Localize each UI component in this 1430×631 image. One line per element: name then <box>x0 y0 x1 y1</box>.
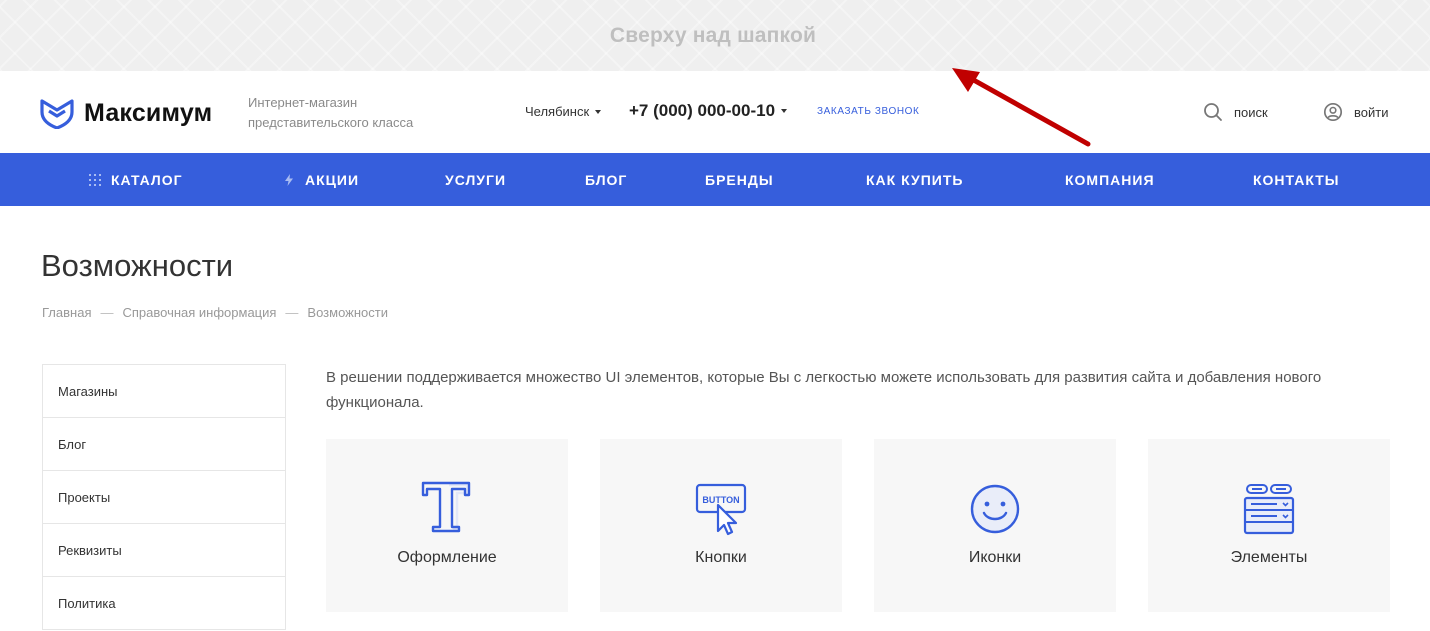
nav-item-services[interactable]: УСЛУГИ <box>445 153 506 206</box>
page-title: Возможности <box>41 248 234 283</box>
phone-number: +7 (000) 000-00-10 <box>629 101 776 120</box>
top-banner-text: Сверху над шапкой <box>609 23 817 47</box>
nav-item-company[interactable]: КОМПАНИЯ <box>1065 153 1155 206</box>
callback-link[interactable]: ЗАКАЗАТЬ ЗВОНОК <box>817 106 919 117</box>
sidebar-item-blog[interactable]: Блог <box>43 418 285 471</box>
breadcrumb: Главная — Справочная информация — Возмож… <box>42 305 388 320</box>
sidebar-item-stores[interactable]: Магазины <box>43 365 285 418</box>
city-selector[interactable]: Челябинск <box>525 104 602 119</box>
nav-item-blog[interactable]: БЛОГ <box>585 153 627 206</box>
phone-selector[interactable]: +7 (000) 000-00-10 <box>629 101 788 121</box>
nav-item-label: КОМПАНИЯ <box>1065 171 1155 188</box>
nav-item-label: БРЕНДЫ <box>705 171 774 188</box>
breadcrumb-item-home[interactable]: Главная <box>42 305 91 320</box>
grid-icon <box>89 173 101 186</box>
nav-item-label: УСЛУГИ <box>445 171 507 188</box>
nav-item-label: БЛОГ <box>585 171 628 188</box>
nav-item-brands[interactable]: БРЕНДЫ <box>705 153 774 206</box>
nav-item-label: АКЦИИ <box>305 171 360 188</box>
feature-card-label: Оформление <box>397 549 497 566</box>
feature-card-elements[interactable]: Элементы <box>1148 439 1390 612</box>
button-cursor-icon: BUTTON <box>695 483 747 536</box>
site-header: Максимум Интернет-магазин представительс… <box>0 71 1430 153</box>
smiley-icon <box>970 484 1020 534</box>
chevron-down-icon <box>595 109 602 114</box>
logo[interactable]: Максимум <box>40 97 212 129</box>
intro-text: В решении поддерживается множество UI эл… <box>326 369 1322 411</box>
feature-card-label: Иконки <box>968 549 1022 566</box>
nav-item-contacts[interactable]: КОНТАКТЫ <box>1253 153 1339 206</box>
lightning-icon <box>285 173 293 186</box>
sidebar-item-projects[interactable]: Проекты <box>43 471 285 524</box>
breadcrumb-separator: — <box>100 305 114 320</box>
nav-item-promotions[interactable]: АКЦИИ <box>283 153 359 206</box>
feature-card-label: Кнопки <box>695 549 747 566</box>
sidebar-item-policy[interactable]: Политика <box>43 577 285 630</box>
chevron-down-icon <box>781 109 788 113</box>
breadcrumb-item-reference[interactable]: Справочная информация <box>122 305 276 320</box>
user-icon <box>1323 102 1343 122</box>
search-label: поиск <box>1234 104 1268 120</box>
feature-card-icons[interactable]: Иконки <box>874 439 1116 612</box>
breadcrumb-item-current: Возможности <box>307 305 388 320</box>
feature-card-buttons[interactable]: BUTTON Кнопки <box>600 439 842 612</box>
logo-icon <box>40 99 74 129</box>
main-nav: КАТАЛОГ АКЦИИ УСЛУГИ БЛОГ БРЕНДЫ КАК КУП… <box>0 153 1430 206</box>
sidebar-item-requisites[interactable]: Реквизиты <box>43 524 285 577</box>
nav-item-label: КОНТАКТЫ <box>1253 171 1340 188</box>
nav-item-label: КАТАЛОГ <box>111 171 183 188</box>
logo-text: Максимум <box>84 98 213 127</box>
form-elements-icon <box>1243 484 1295 535</box>
search-button[interactable]: поиск <box>1203 102 1268 122</box>
button-icon-text: BUTTON <box>702 495 739 505</box>
nav-item-how-to-buy[interactable]: КАК КУПИТЬ <box>866 153 963 206</box>
login-button[interactable]: войти <box>1323 102 1388 122</box>
typography-icon <box>421 481 471 533</box>
feature-card-label: Элементы <box>1230 549 1308 566</box>
feature-card-typography[interactable]: Оформление <box>326 439 568 612</box>
search-icon <box>1204 103 1222 121</box>
top-banner: Сверху над шапкой <box>0 0 1430 71</box>
nav-item-catalog[interactable]: КАТАЛОГ <box>89 153 183 206</box>
city-label: Челябинск <box>525 104 590 119</box>
nav-item-label: КАК КУПИТЬ <box>866 171 964 188</box>
tagline: Интернет-магазин представительского клас… <box>248 95 414 130</box>
login-label: войти <box>1354 104 1389 120</box>
breadcrumb-separator: — <box>285 305 299 320</box>
sidebar-menu: Магазины Блог Проекты Реквизиты Политика <box>42 364 286 630</box>
